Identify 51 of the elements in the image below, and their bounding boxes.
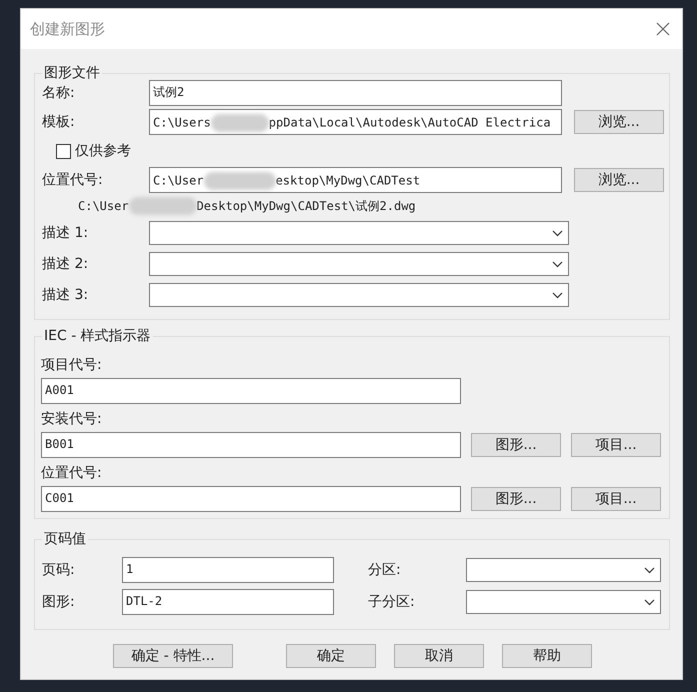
- redaction-blur: [210, 114, 269, 132]
- browse-button[interactable]: 浏览...: [574, 168, 664, 192]
- field-label: 图形:: [42, 592, 76, 612]
- dialog-button[interactable]: 项目...: [571, 487, 661, 511]
- field-label: 名称:: [42, 84, 76, 102]
- field-label: 项目代号:: [41, 356, 102, 375]
- group-title: IEC - 样式指示器: [42, 327, 153, 345]
- input-field[interactable]: 1: [122, 557, 334, 583]
- dialog-button[interactable]: 确定 - 特性...: [113, 644, 233, 668]
- group-title: 图形文件: [42, 64, 102, 82]
- field-label: 页码:: [42, 560, 76, 580]
- chevron-down-icon: [552, 230, 563, 236]
- field-label: 安装代号:: [41, 410, 102, 429]
- input-field[interactable]: DTL-2: [122, 589, 334, 615]
- field-label: 模板:: [42, 112, 76, 132]
- field-label: 描述 2:: [42, 254, 90, 274]
- dropdown-field[interactable]: [149, 221, 569, 245]
- field-label: 描述 1:: [42, 224, 90, 242]
- window-title: 创建新图形: [30, 18, 105, 40]
- dropdown-field[interactable]: [149, 252, 569, 276]
- input-field[interactable]: C:\User esktop\MyDwg\CADTest: [149, 167, 562, 193]
- field-label: 位置代号:: [41, 464, 102, 483]
- dialog-button[interactable]: 取消: [394, 644, 484, 668]
- browse-button[interactable]: 浏览...: [574, 110, 664, 134]
- dropdown-field[interactable]: [466, 590, 661, 614]
- checkbox-label: 仅供参考: [75, 142, 131, 161]
- field-label: 位置代号:: [42, 170, 104, 190]
- field-label: 分区:: [368, 560, 402, 580]
- dialog-button[interactable]: 图形...: [471, 433, 561, 457]
- dropdown-field[interactable]: [149, 283, 569, 307]
- checkbox[interactable]: [56, 144, 71, 159]
- dialog-button[interactable]: 项目...: [571, 433, 661, 457]
- input-field[interactable]: 试例2: [149, 80, 562, 106]
- input-field[interactable]: C:\Users ppData\Local\Autodesk\AutoCAD Electrica: [149, 109, 562, 135]
- chevron-down-icon: [644, 598, 655, 606]
- chevron-down-icon: [552, 292, 563, 298]
- chevron-down-icon: [552, 260, 563, 268]
- input-field[interactable]: A001: [41, 378, 461, 404]
- input-field[interactable]: B001: [41, 432, 461, 458]
- dialog-button[interactable]: 帮助: [502, 644, 592, 668]
- file-path: C:\User Desktop\MyDwg\CADTest\试例2.dwg: [78, 196, 416, 216]
- field-label: 子分区:: [368, 592, 416, 612]
- input-field[interactable]: C001: [41, 486, 461, 512]
- dialog-button[interactable]: 图形...: [471, 487, 561, 511]
- dialog-button[interactable]: 确定: [286, 644, 376, 668]
- dropdown-field[interactable]: [466, 558, 661, 582]
- chevron-down-icon: [644, 566, 655, 574]
- redaction-blur: [128, 197, 197, 216]
- group-title: 页码值: [42, 530, 88, 548]
- field-label: 描述 3:: [42, 286, 90, 304]
- close-button[interactable]: [656, 22, 670, 36]
